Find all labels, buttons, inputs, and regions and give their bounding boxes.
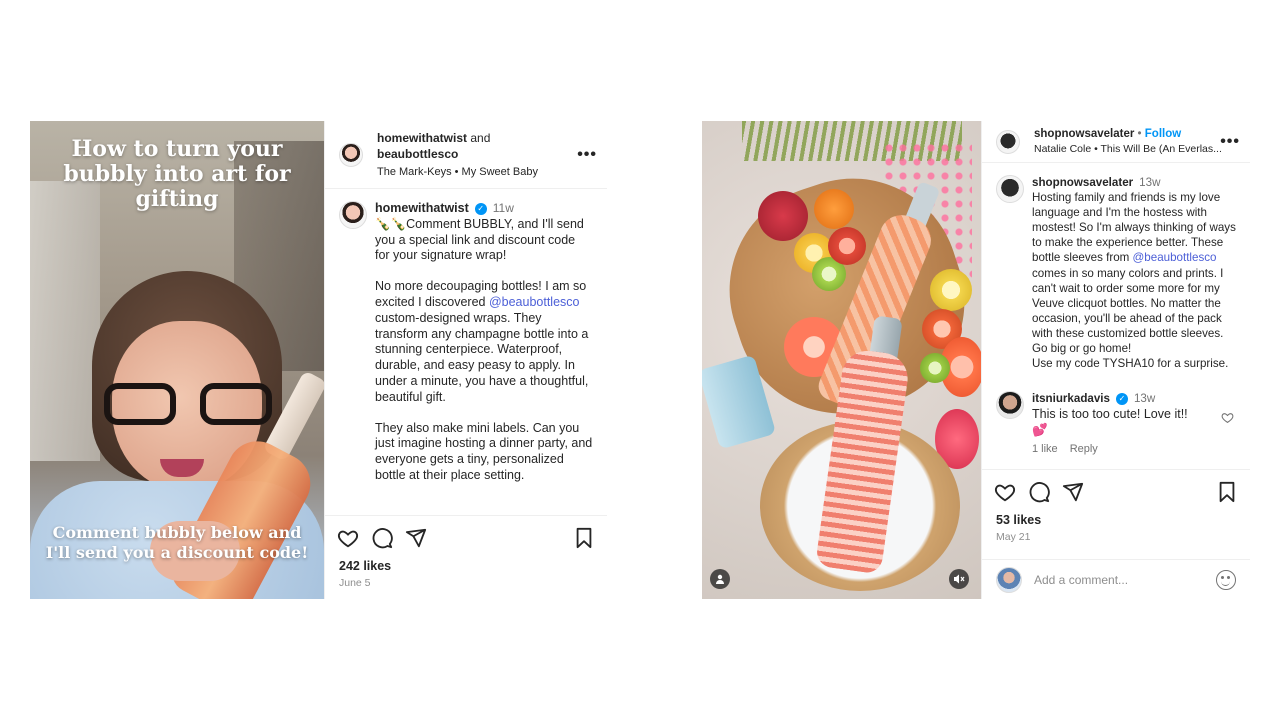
person-glasses [104,383,272,427]
more-icon[interactable]: ••• [1220,133,1240,151]
verified-badge-icon: ✓ [474,202,487,215]
author-username[interactable]: shopnowsavelater [1034,128,1134,140]
comment-icon[interactable] [371,527,393,549]
comment-heart-icon[interactable] [1221,411,1234,427]
comment-icon[interactable] [1028,481,1050,503]
comment-author[interactable]: itsniurkadavis [1032,391,1110,406]
mention-link[interactable]: @beaubottlesco [1133,251,1217,264]
comment-item: itsniurkadavis ✓ 13w This is too too cut… [996,391,1236,457]
lemon-slice-2 [930,269,972,311]
caption: homewithatwist ✓ 11w 🍾🍾Comment BUBBLY, a… [339,201,593,499]
post-side-panel: homewithatwist and beaubottlesco The Mar… [324,121,607,599]
caption-emoji: 🍾🍾 [375,216,407,231]
mention-link[interactable]: @beaubottlesco [489,295,580,309]
collab-username[interactable]: beaubottlesco [377,146,538,162]
verified-badge-icon: ✓ [1115,392,1128,405]
audio-label[interactable]: Natalie Cole • This Will Be (An Everlas.… [1034,142,1222,157]
post-date: June 5 [339,577,371,589]
caption-paragraph-1: Comment BUBBLY, and I'll send you a spec… [375,216,584,263]
caption-text-c: Use my code TYSHA10 for a surprise. [1032,357,1229,371]
orange [814,189,854,229]
heart-icon[interactable] [994,481,1016,503]
caption-author[interactable]: homewithatwist [375,201,469,217]
post-side-panel: shopnowsavelater • Follow Natalie Cole •… [981,121,1250,599]
post-header: shopnowsavelater • Follow Natalie Cole •… [982,121,1250,163]
avatar[interactable] [339,201,367,229]
follow-button[interactable]: Follow [1145,128,1181,140]
avatar[interactable] [996,129,1020,154]
collab-and: and [467,130,491,145]
caption-time[interactable]: 11w [493,201,514,217]
comment-text: This is too too cute! Love it!! 💕 [1032,407,1188,438]
comment-likes[interactable]: 1 like [1032,442,1058,457]
lime-slice-2 [920,353,950,383]
muted-speaker-icon[interactable] [949,569,969,589]
avatar[interactable] [339,142,363,167]
background-fridge [30,181,100,461]
reply-button[interactable]: Reply [1070,442,1098,457]
likes-count[interactable]: 53 likes [982,513,1250,527]
video-overlay-cta: Comment bubbly below and I'll send you a… [45,523,309,562]
caption-time[interactable]: 13w [1139,175,1160,190]
post-video[interactable]: How to turn your bubbly into art for gif… [30,121,324,599]
bookmark-icon[interactable] [573,527,595,549]
author-username[interactable]: homewithatwist [377,131,467,145]
avatar [996,566,1022,593]
comments-area: shopnowsavelater 13w Hosting family and … [982,163,1250,469]
likes-count[interactable]: 242 likes [325,559,607,573]
bookmark-icon[interactable] [1216,481,1238,503]
separator: • [1134,127,1145,140]
comments-area: homewithatwist ✓ 11w 🍾🍾Comment BUBBLY, a… [325,189,607,515]
caption-paragraph-3: They also make mini labels. Can you just… [375,420,593,482]
more-icon[interactable]: ••• [577,146,597,164]
action-bar [982,469,1250,513]
user-tag-icon[interactable] [710,569,730,589]
emoji-icon[interactable] [1216,569,1236,590]
avatar[interactable] [996,391,1024,420]
video-overlay-title: How to turn your bubbly into art for gif… [63,136,291,212]
caption-author[interactable]: shopnowsavelater [1032,175,1133,190]
comment-time[interactable]: 13w [1134,391,1155,406]
share-icon[interactable] [1062,481,1084,503]
caption-paragraph-2b: custom-designed wraps. They transform an… [375,310,589,404]
audio-label[interactable]: The Mark-Keys • My Sweet Baby [377,164,538,180]
share-icon[interactable] [405,527,427,549]
action-bar [325,515,607,559]
pomegranate [758,191,808,241]
caption: shopnowsavelater 13w Hosting family and … [996,175,1236,371]
caption-text-b: comes in so many colors and prints. I ca… [1032,266,1224,356]
post-header: homewithatwist and beaubottlesco The Mar… [325,121,607,189]
post-homewithatwist: How to turn your bubbly into art for gif… [30,121,607,599]
post-shopnowsavelater: shopnowsavelater • Follow Natalie Cole •… [702,121,1250,599]
avatar[interactable] [996,175,1024,203]
post-date: May 21 [996,531,1031,543]
add-comment-bar: Add a comment... [982,559,1250,599]
add-comment-input[interactable]: Add a comment... [1034,573,1216,587]
post-video[interactable] [702,121,981,599]
heart-icon[interactable] [337,527,359,549]
blood-orange-slice [828,227,866,265]
